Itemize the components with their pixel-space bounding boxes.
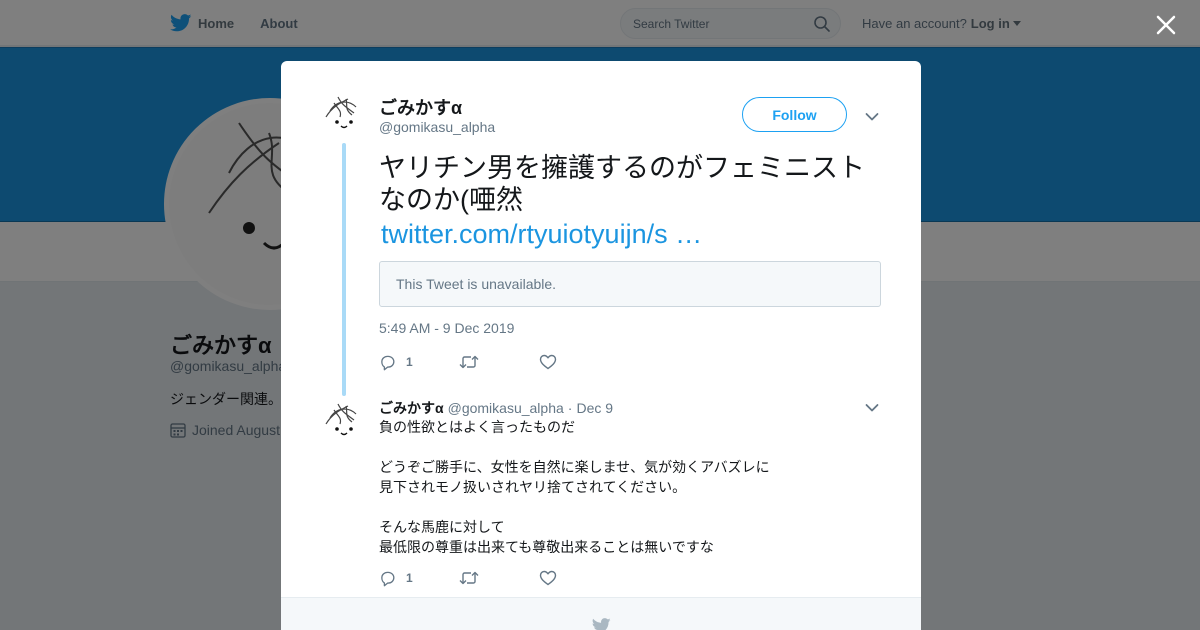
heart-icon — [539, 570, 557, 586]
reply-date[interactable]: Dec 9 — [576, 400, 613, 416]
reply-icon — [381, 355, 395, 370]
reply-author-avatar[interactable] — [320, 400, 368, 448]
retweet-icon — [459, 571, 479, 585]
like-button[interactable] — [539, 570, 619, 586]
reply-author-handle[interactable]: @gomikasu_alpha — [448, 400, 564, 416]
heart-icon — [539, 354, 557, 370]
tweet-actions: 1 — [379, 352, 619, 372]
reply-author-name[interactable]: ごみかすα — [379, 398, 444, 418]
thread-connector-line — [342, 143, 346, 396]
tweet-author-name[interactable]: ごみかすα — [379, 94, 462, 120]
tweet-link[interactable]: twitter.com/rtyuiotyuijn/s … — [381, 218, 702, 250]
reply-count: 1 — [406, 571, 413, 585]
retweet-icon — [459, 355, 479, 369]
reply-text-line: 負の性欲とはよく言ったものだ — [379, 419, 575, 435]
reply-button[interactable]: 1 — [379, 354, 459, 371]
reply-icon — [381, 571, 395, 586]
reply-button[interactable]: 1 — [379, 570, 459, 587]
retweet-button[interactable] — [459, 354, 539, 370]
like-button[interactable] — [539, 354, 619, 370]
reply-separator: · — [567, 400, 573, 416]
follow-button[interactable]: Follow — [742, 97, 847, 132]
close-icon[interactable] — [1152, 11, 1180, 39]
reply-actions: 1 — [379, 568, 619, 588]
modal-footer — [281, 597, 921, 630]
tweet-author-handle[interactable]: @gomikasu_alpha — [379, 119, 495, 135]
reply-text-line — [379, 497, 799, 517]
reply-text-line: 最低限の尊重は出来ても尊敬出来ることは無いですな — [379, 539, 714, 555]
quoted-tweet-unavailable: This Tweet is unavailable. — [379, 261, 881, 307]
chevron-down-icon[interactable] — [865, 400, 879, 418]
reply-text-line: そんな馬鹿に対して — [379, 519, 505, 535]
reply-text: 負の性欲とはよく言ったものだ どうぞご勝手に、女性を自然に楽しませ、気が効くアバ… — [379, 417, 799, 557]
reply-count: 1 — [406, 355, 413, 369]
tweet-text: ヤリチン男を擁護するのがフェミニストなのか(唖然 — [379, 153, 865, 215]
twitter-bird-icon — [592, 618, 611, 630]
retweet-button[interactable] — [459, 570, 539, 586]
chevron-down-icon[interactable] — [865, 109, 879, 127]
reply-text-line — [379, 437, 799, 457]
tweet-author-avatar[interactable] — [320, 93, 368, 141]
reply-header: ごみかすα @gomikasu_alpha · Dec 9 — [379, 398, 613, 418]
tweet-modal: ごみかすα @gomikasu_alpha Follow ヤリチン男を擁護するの… — [281, 61, 921, 630]
reply-text-line: 見下されモノ扱いされヤリ捨てされてください。 — [379, 479, 687, 495]
reply-text-line: どうぞご勝手に、女性を自然に楽しませ、気が効くアバズレに — [379, 459, 770, 475]
tweet-timestamp[interactable]: 5:49 AM - 9 Dec 2019 — [379, 320, 514, 336]
